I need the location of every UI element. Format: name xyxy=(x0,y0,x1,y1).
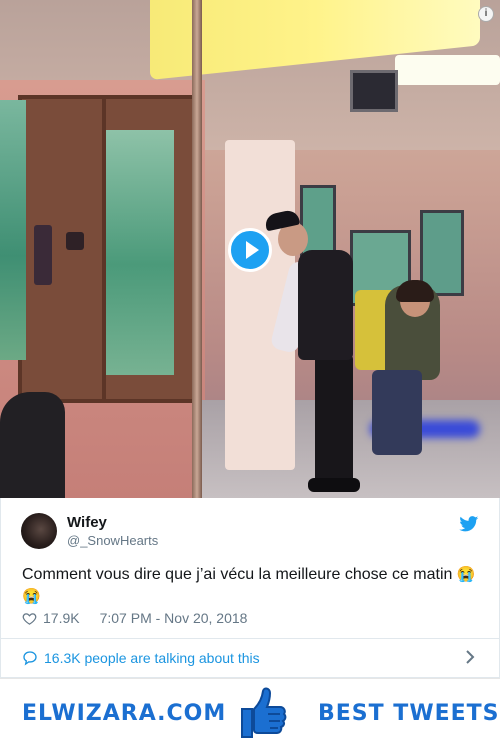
twitter-bird-icon[interactable] xyxy=(459,516,479,532)
conductor-legs xyxy=(315,355,353,485)
like-count[interactable]: 17.9K xyxy=(43,610,80,626)
tweet-text-body: Comment vous dire que j’ai vécu la meill… xyxy=(22,566,457,583)
window-right xyxy=(106,130,174,375)
avatar[interactable] xyxy=(21,513,57,549)
chevron-right-icon xyxy=(466,650,475,664)
conversation-count[interactable]: 16.3K people are talking about this xyxy=(44,650,260,666)
author-handle[interactable]: @_SnowHearts xyxy=(67,533,158,548)
tweet-video[interactable]: i xyxy=(0,0,500,498)
ceiling-light-panel xyxy=(395,55,500,85)
heart-icon[interactable] xyxy=(22,611,37,626)
handrail-pole xyxy=(192,0,202,498)
door-button-panel xyxy=(34,225,52,285)
conversation-link[interactable]: 16.3K people are talking about this xyxy=(0,638,500,678)
conductor-shoe xyxy=(308,478,360,492)
passenger-legs xyxy=(372,370,422,455)
tweet-text: Comment vous dire que j’ai vécu la meill… xyxy=(22,564,482,608)
door-left xyxy=(18,95,106,403)
window-left xyxy=(0,100,26,360)
passenger-hair xyxy=(396,280,434,302)
info-screen xyxy=(350,70,398,112)
tweet-timestamp[interactable]: 7:07 PM - Nov 20, 2018 xyxy=(100,610,248,626)
site-name[interactable]: ELWIZARA.COM xyxy=(22,701,226,726)
thumbs-up-icon xyxy=(241,687,287,738)
conductor-vest xyxy=(298,250,353,360)
site-banner: ELWIZARA.COM BEST TWEETS xyxy=(0,678,500,749)
info-icon[interactable]: i xyxy=(478,6,494,22)
tweet-meta: 17.9K 7:07 PM - Nov 20, 2018 xyxy=(22,610,247,626)
author-name[interactable]: Wifey xyxy=(67,514,107,531)
door-button xyxy=(66,232,84,250)
tagline: BEST TWEETS xyxy=(318,701,500,726)
tweet-card: Wifey @_SnowHearts Comment vous dire que… xyxy=(0,498,500,639)
play-button[interactable] xyxy=(228,228,272,272)
speech-bubble-icon xyxy=(23,651,37,666)
foreground-bag xyxy=(0,392,65,498)
